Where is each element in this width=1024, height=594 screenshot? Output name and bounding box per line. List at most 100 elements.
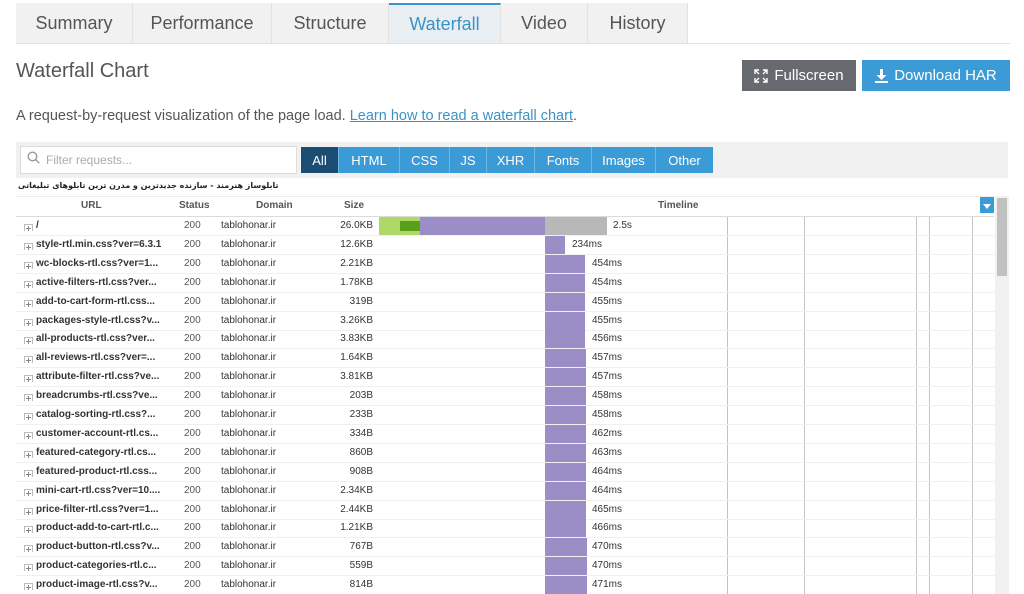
tab-summary[interactable]: Summary [16, 3, 133, 44]
request-row[interactable]: featured-product-rtl.css... 200 tablohonar… [16, 462, 995, 482]
request-row[interactable]: wc-blocks-rtl.css?ver=1... 200 tablohonar.… [16, 254, 995, 274]
search-box[interactable] [20, 146, 297, 174]
filter-css[interactable]: CSS [400, 147, 450, 173]
request-size: 3.83KB [340, 333, 373, 345]
expand-icon[interactable] [24, 581, 33, 591]
timing-bar-waiting[interactable] [420, 217, 545, 235]
expand-icon[interactable] [24, 392, 33, 402]
request-row[interactable]: packages-style-rtl.css?v... 200 tablohonar… [16, 311, 995, 331]
expand-icon[interactable] [24, 279, 33, 288]
expand-icon[interactable] [24, 411, 33, 420]
timing-bar-waiting[interactable] [545, 254, 585, 273]
tab-history[interactable]: History [588, 3, 688, 44]
request-duration: 463ms [592, 446, 623, 458]
request-url: mini-cart-rtl.css?ver=10.... [36, 484, 161, 496]
timing-bar-waiting[interactable] [545, 519, 586, 538]
timeline-dropdown-button[interactable] [980, 197, 994, 213]
expand-icon[interactable] [24, 260, 33, 269]
tab-structure[interactable]: Structure [272, 3, 389, 44]
request-row[interactable]: active-filters-rtl.css?ver... 200 tablohon… [16, 273, 995, 293]
request-duration: 458ms [592, 390, 623, 402]
filter-xhr[interactable]: XHR [487, 147, 535, 173]
request-status: 200 [184, 295, 201, 307]
expand-icon[interactable] [24, 335, 33, 345]
request-row[interactable]: catalog-sorting-rtl.css?... 200 tablohonar… [16, 406, 995, 425]
request-status: 200 [184, 276, 201, 288]
timing-bar-waiting[interactable] [545, 368, 586, 387]
timing-bar-waiting[interactable] [545, 330, 585, 349]
timing-bar-dns[interactable] [400, 221, 420, 231]
timing-bar-waiting[interactable] [545, 387, 586, 406]
request-url: customer-account-rtl.cs... [36, 427, 159, 439]
download-har-button[interactable]: Download HAR [862, 60, 1010, 91]
timing-bar-waiting[interactable] [545, 538, 587, 557]
timing-bar-waiting[interactable] [545, 576, 587, 594]
expand-icon[interactable] [24, 222, 33, 231]
request-row[interactable]: product-button-rtl.css?v... 200 tablohonar… [16, 538, 995, 558]
timing-bar-waiting[interactable] [545, 235, 565, 254]
learn-waterfall-link[interactable]: Learn how to read a waterfall chart [350, 108, 573, 124]
fullscreen-button[interactable]: Fullscreen [742, 60, 856, 91]
request-row[interactable]: product-add-to-cart-rtl.c... 200 tablohona… [16, 519, 995, 539]
caret-down-icon [983, 196, 991, 214]
expand-icon[interactable] [24, 430, 33, 439]
expand-icon[interactable] [24, 241, 33, 250]
expand-icon[interactable] [24, 317, 33, 326]
timing-bar-waiting[interactable] [545, 557, 587, 576]
request-row[interactable]: all-products-rtl.css?ver... 200 tablohonar… [16, 330, 995, 350]
request-row[interactable]: featured-category-rtl.cs... 200 tablohonar… [16, 443, 995, 463]
request-row[interactable]: all-reviews-rtl.css?ver=... 200 tablohonar… [16, 349, 995, 369]
request-row[interactable]: product-categories-rtl.c... 200 tablohonar… [16, 557, 995, 577]
filter-other[interactable]: Other [656, 147, 713, 173]
expand-icon[interactable] [24, 298, 33, 307]
expand-icon[interactable] [24, 373, 33, 383]
timing-bar-waiting[interactable] [545, 500, 586, 519]
filter-images[interactable]: Images [592, 147, 656, 173]
expand-icon[interactable] [24, 506, 33, 515]
request-url: product-categories-rtl.c... [36, 560, 157, 572]
request-row[interactable]: breadcrumbs-rtl.css?ve... 200 tablohonar.i… [16, 387, 995, 407]
timing-bar-receiving[interactable] [545, 217, 607, 235]
filter-fonts[interactable]: Fonts [535, 147, 592, 173]
timing-bar-waiting[interactable] [545, 349, 586, 368]
filter-js[interactable]: JS [450, 147, 487, 173]
tab-waterfall[interactable]: Waterfall [389, 3, 501, 44]
timing-bar-waiting[interactable] [545, 443, 586, 462]
expand-icon[interactable] [24, 468, 33, 477]
tab-performance[interactable]: Performance [133, 3, 272, 44]
request-size: 1.21KB [340, 522, 373, 534]
expand-icon[interactable] [24, 487, 33, 496]
timing-bar-waiting[interactable] [545, 424, 586, 443]
request-row[interactable]: product-image-rtl.css?v... 200 tablohonar.… [16, 576, 995, 594]
request-row[interactable]: attribute-filter-rtl.css?ve... 200 tabloho… [16, 368, 995, 388]
request-row[interactable]: add-to-cart-form-rtl.css... 200 tablohonar… [16, 292, 995, 312]
timing-bar-waiting[interactable] [545, 292, 585, 311]
timing-bar-waiting[interactable] [545, 406, 586, 424]
tab-bar: Summary Performance Structure Waterfall … [16, 3, 688, 44]
request-url: active-filters-rtl.css?ver... [36, 276, 157, 288]
vertical-scrollbar[interactable] [995, 196, 1009, 594]
type-filter-group: All HTML CSS JS XHR Fonts Images Other [301, 147, 713, 173]
timing-bar-waiting[interactable] [545, 273, 585, 292]
request-row[interactable]: price-filter-rtl.css?ver=1... 200 tablohon… [16, 500, 995, 520]
request-row[interactable]: mini-cart-rtl.css?ver=10.... 200 tablohona… [16, 481, 995, 501]
tab-video[interactable]: Video [501, 3, 588, 44]
expand-icon[interactable] [24, 524, 33, 534]
request-status: 200 [184, 446, 201, 458]
request-row[interactable]: customer-account-rtl.cs... 200 tablohonar.… [16, 424, 995, 444]
filter-all[interactable]: All [301, 147, 339, 173]
timing-bar-waiting[interactable] [545, 311, 585, 330]
timing-bar-waiting[interactable] [545, 481, 586, 500]
request-row[interactable]: style-rtl.min.css?ver=6.3.1 200 tablohonar… [16, 235, 995, 255]
filter-html[interactable]: HTML [339, 147, 400, 173]
expand-icon[interactable] [24, 449, 33, 458]
request-domain: tablohonar.ir [221, 220, 277, 231]
timing-bar-waiting[interactable] [545, 462, 586, 481]
request-row[interactable]: / 200 tablohonar.ir 26.0KB 2.5s [16, 217, 995, 236]
search-input[interactable] [46, 153, 276, 167]
scrollbar-thumb[interactable] [997, 198, 1007, 276]
request-status: 200 [184, 409, 201, 420]
expand-icon[interactable] [24, 562, 33, 572]
expand-icon[interactable] [24, 354, 33, 364]
expand-icon[interactable] [24, 543, 33, 553]
